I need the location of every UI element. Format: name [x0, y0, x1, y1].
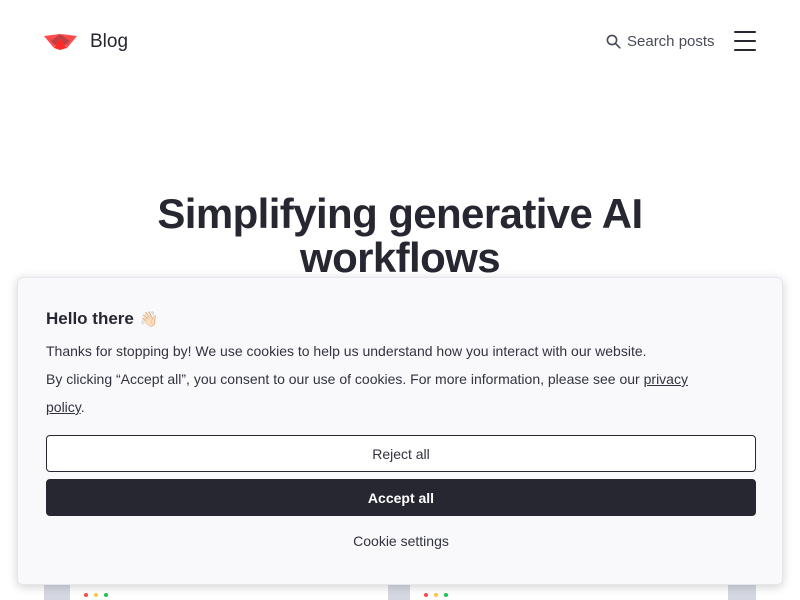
search-label: Search posts — [627, 33, 715, 50]
reject-all-button[interactable]: Reject all — [46, 435, 756, 472]
site-header: Blog Search posts — [0, 0, 800, 84]
cookie-banner-text-2-suffix: . — [80, 399, 85, 415]
hamburger-menu-icon[interactable] — [734, 31, 756, 51]
brand-label[interactable]: Blog — [90, 31, 128, 53]
search-icon — [606, 34, 621, 49]
window-dots-icon — [84, 593, 108, 597]
cookie-banner-title: Hello there 👋🏻 — [46, 309, 159, 329]
cookie-settings-button[interactable]: Cookie settings — [46, 522, 756, 559]
page-title: Simplifying generative AI workflows — [0, 192, 800, 280]
search-button[interactable]: Search posts — [606, 33, 715, 50]
cookie-banner-text-2-prefix: By clicking “Accept all”, you consent to… — [46, 371, 644, 387]
cookie-banner-text-1: Thanks for stopping by! We use cookies t… — [46, 343, 647, 359]
cookie-consent-banner: Hello there 👋🏻 Thanks for stopping by! W… — [17, 277, 783, 585]
cookie-banner-text-2: By clicking “Accept all”, you consent to… — [46, 365, 726, 421]
waving-hand-icon: 👋🏻 — [139, 311, 159, 328]
logo-crown-icon[interactable] — [44, 32, 77, 50]
page-title-line-1: Simplifying generative AI — [157, 190, 643, 237]
window-dots-icon — [424, 593, 448, 597]
page-title-line-2: workflows — [300, 234, 501, 281]
hero-section: Simplifying generative AI workflows — [0, 192, 800, 280]
accept-all-button[interactable]: Accept all — [46, 479, 756, 516]
cookie-banner-title-text: Hello there — [46, 309, 134, 328]
